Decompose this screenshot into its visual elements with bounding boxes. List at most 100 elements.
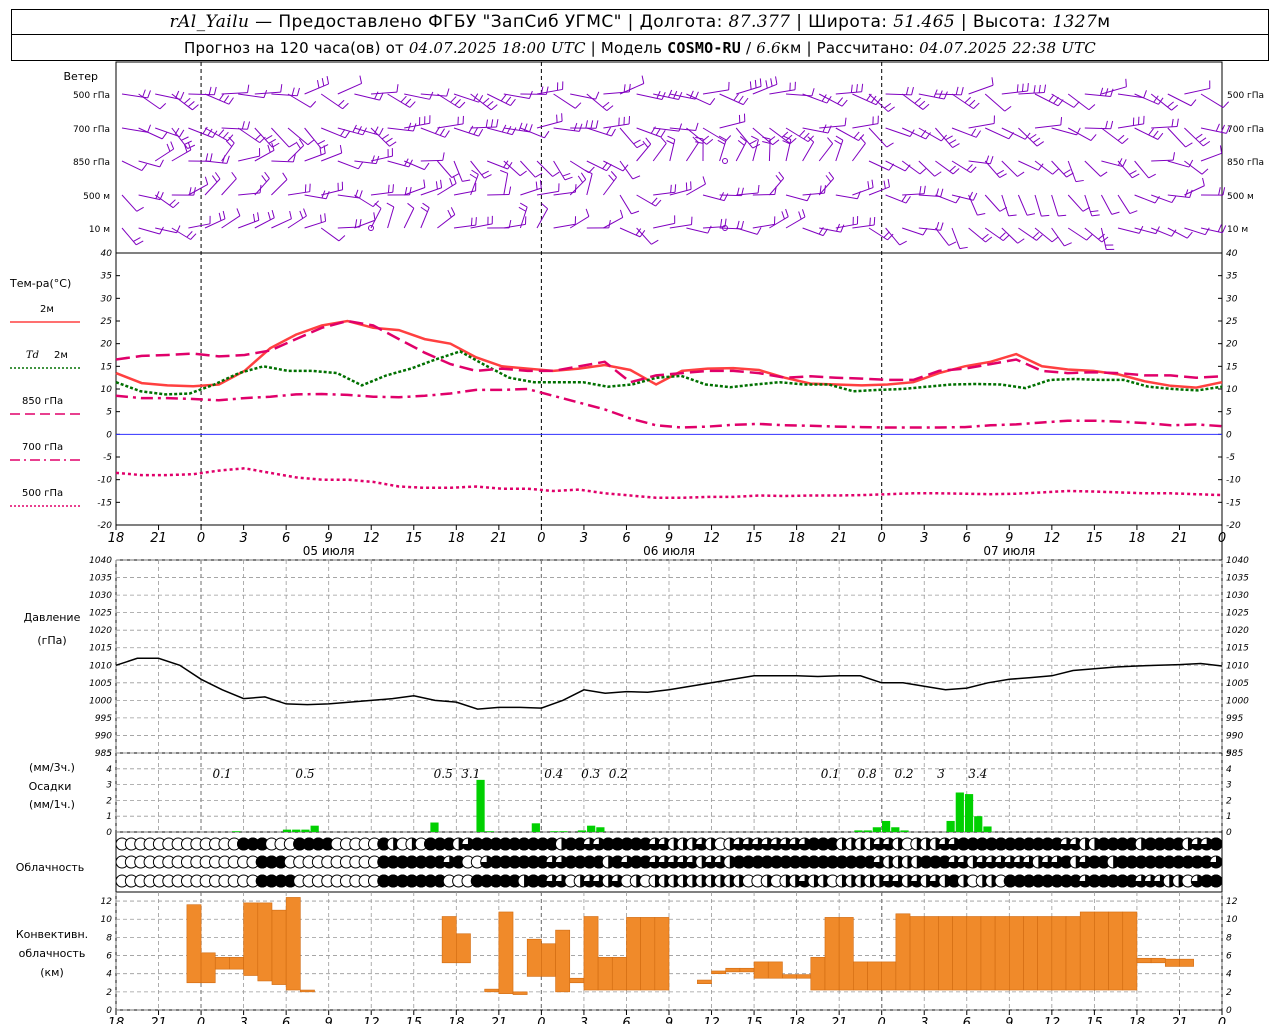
wind-barb-staff (337, 83, 362, 95)
wind-barb-staff (1151, 227, 1172, 237)
pressure-tick-label-right: 1015 (1226, 644, 1249, 654)
wind-barb-flag (1111, 211, 1120, 215)
temp-tick-label-right: 10 (1226, 385, 1238, 395)
wind-barb-flag (742, 97, 749, 105)
wind-barb-staff (487, 193, 510, 196)
temp-tick-label-right: 30 (1226, 294, 1238, 304)
wind-barb-staff (387, 127, 414, 132)
wind-barb-flag (828, 171, 835, 179)
precip-unit-1h: (мм/1ч.) (29, 798, 75, 811)
wind-barb-flag (1152, 130, 1159, 138)
precip-bar (476, 779, 485, 832)
wind-barb-staff (171, 149, 192, 162)
wind-barb-staff (702, 89, 729, 95)
wind-barb-flag (835, 135, 844, 141)
wind-barb-flag (585, 120, 588, 129)
wind-barb-flag (1131, 173, 1140, 179)
wind-barb-staff (1018, 227, 1037, 241)
precip-bar (232, 831, 241, 832)
wind-barb-flag (510, 98, 516, 106)
time-tick-label: 21 (831, 531, 848, 546)
wind-barb-flag (218, 93, 225, 101)
wind-barb-flag (444, 130, 450, 138)
wind-barb-flag (955, 86, 959, 95)
wind-barb-flag (861, 83, 864, 92)
temp-tick-label: 40 (101, 249, 113, 259)
wind-barb-staff (602, 177, 617, 196)
wind-barb-flag (490, 104, 498, 111)
wind-barb-flag (772, 139, 780, 146)
conv-cloud-bar (512, 991, 528, 995)
conv-cloud-bar (1065, 916, 1081, 991)
conv-cloud-bar (555, 929, 571, 993)
wind-barb-flag (1110, 120, 1114, 129)
wind-barb-flag (757, 184, 760, 194)
conv-cloud-bar (541, 943, 556, 977)
time-tick-label: 3 (920, 1016, 928, 1024)
wind-barb-staff (287, 191, 310, 196)
conv-cloud-bar (909, 916, 925, 991)
conv-tick-label: 6 (106, 952, 112, 962)
precip-bar (485, 831, 494, 832)
wind-barb-staff (736, 227, 758, 235)
conv-cloud-bar (938, 916, 953, 991)
precip-bar (872, 827, 881, 832)
temp-tick-label-right: 40 (1226, 249, 1238, 259)
conv-cloud-bar (1179, 958, 1194, 967)
precip-3h-value: 0.1 (821, 767, 840, 781)
wind-barb-flag (970, 166, 977, 173)
wind-barb-flag (1125, 78, 1127, 87)
time-tick-label: 6 (622, 531, 630, 546)
wind-barb-flag (919, 185, 922, 195)
cloud-axis-title: Облачность (16, 861, 85, 874)
wind-barb-flag (135, 240, 144, 246)
wind-barb-flag (468, 125, 474, 134)
wind-barb-staff (1051, 160, 1067, 178)
wind-barb-flag (844, 117, 847, 126)
wind-barb-staff (1084, 127, 1111, 130)
conv-cloud-bar (1136, 957, 1152, 964)
wind-barb-flag (709, 98, 716, 106)
wind-barb-flag (981, 233, 989, 240)
wind-barb-staff (686, 93, 711, 106)
wind-barb-flag (651, 197, 658, 205)
wind-barb-flag (268, 138, 276, 144)
wind-barb-staff (1184, 160, 1203, 175)
time-tick-label: 15 (405, 531, 422, 546)
precip-axis-title: Осадки (29, 780, 72, 793)
precip-bar (863, 830, 872, 832)
wind-barb-flag (505, 96, 512, 104)
wind-barb-staff (320, 227, 340, 242)
temp-tick-label: 30 (101, 294, 113, 304)
wind-barb-flag (247, 121, 251, 130)
wind-barb-flag (999, 173, 1007, 179)
wind-barb-staff (685, 142, 699, 162)
wind-barb-flag (707, 225, 712, 234)
wind-barb-staff (686, 227, 708, 234)
legend-label: 700 гПа (22, 442, 63, 453)
wind-barb-flag (447, 209, 452, 218)
precip-tick-label-right: 0 (1226, 828, 1232, 838)
wind-barb-flag (263, 89, 268, 98)
wind-barb-staff (221, 178, 237, 196)
meteogram: 18 21 0 3 6 9 12 15 18 21 0 3 6 9 12 15 18 21 0 3 6 9 12 15 18 21… (9, 61, 1264, 1024)
wind-barb-flag (307, 139, 315, 146)
wind-barb-flag (825, 175, 832, 183)
wind-barb-flag (781, 211, 785, 220)
wind-barb-flag (919, 168, 927, 175)
wind-barb-flag (400, 95, 407, 103)
precip-bar (983, 826, 992, 832)
conv-cloud-bar (597, 957, 613, 991)
wind-barb-staff (503, 93, 530, 100)
wind-barb-staff (802, 141, 815, 162)
conv-tick-label: 10 (101, 915, 113, 925)
pressure-tick-label: 1005 (89, 679, 112, 689)
wind-barb-flag (655, 199, 662, 207)
wind-barb-flag (180, 91, 185, 100)
wind-barb-flag (1026, 213, 1036, 216)
temp-tick-label-right: 20 (1226, 340, 1238, 350)
wind-barb-flag (450, 96, 457, 103)
wind-barb-flag (339, 145, 343, 154)
time-tick-label: 0 (1218, 531, 1226, 546)
wind-barb-flag (218, 212, 222, 221)
